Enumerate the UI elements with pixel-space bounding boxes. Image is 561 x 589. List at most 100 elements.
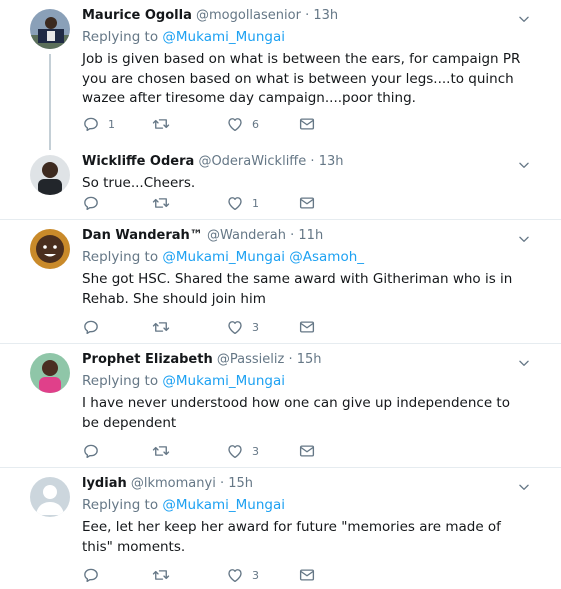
avatar[interactable] <box>30 229 70 269</box>
display-name[interactable]: Dan Wanderah™ <box>82 228 203 243</box>
reply-icon <box>82 442 100 460</box>
replying-to-label: Replying to <box>82 497 159 513</box>
retweet-button[interactable] <box>152 566 178 584</box>
retweet-button[interactable] <box>152 115 178 133</box>
tweet-reply[interactable]: Dan Wanderah™ @Wanderah · 11h Replying t… <box>0 220 561 344</box>
reply-icon <box>82 194 100 212</box>
reply-count: 1 <box>108 117 115 131</box>
avatar[interactable] <box>30 9 70 49</box>
mention-link[interactable]: @Mukami_Mungai <box>162 29 285 45</box>
retweet-icon <box>152 566 170 584</box>
thread-line <box>49 54 51 150</box>
tweet-reply[interactable]: Maurice Ogolla @mogollasenior · 13h Repl… <box>0 0 561 150</box>
replies-feed: Maurice Ogolla @mogollasenior · 13h Repl… <box>0 0 561 589</box>
retweet-button[interactable] <box>152 442 178 460</box>
replying-to-label: Replying to <box>82 249 159 265</box>
tweet-text: So true...Cheers. <box>82 175 196 191</box>
direct-message-button[interactable] <box>298 115 316 133</box>
reply-button[interactable] <box>82 318 108 336</box>
envelope-icon <box>298 442 316 460</box>
tweet-actions: 1 6 <box>82 115 342 133</box>
avatar[interactable] <box>30 477 70 517</box>
chevron-down-icon[interactable] <box>517 356 531 370</box>
timestamp[interactable]: 15h <box>297 352 322 367</box>
envelope-icon <box>298 194 316 212</box>
heart-icon <box>226 194 244 212</box>
retweet-icon <box>152 442 170 460</box>
tweet-actions: 1 <box>82 194 342 212</box>
chevron-down-icon[interactable] <box>517 12 531 26</box>
retweet-button[interactable] <box>152 318 178 336</box>
separator-dot: · <box>305 8 310 23</box>
replying-to: Replying to @Mukami_Mungai <box>82 372 521 391</box>
direct-message-button[interactable] <box>298 194 316 212</box>
user-handle[interactable]: @lkmomanyi <box>131 476 216 491</box>
timestamp[interactable]: 11h <box>298 228 323 243</box>
chevron-down-icon[interactable] <box>517 232 531 246</box>
tweet-actions: 3 <box>82 318 342 336</box>
retweet-icon <box>152 194 170 212</box>
timestamp[interactable]: 15h <box>228 476 253 491</box>
like-count: 3 <box>252 568 259 582</box>
direct-message-button[interactable] <box>298 318 316 336</box>
user-handle[interactable]: @mogollasenior <box>196 8 301 23</box>
heart-icon <box>226 566 244 584</box>
retweet-icon <box>152 115 170 133</box>
user-handle[interactable]: @Passieliz <box>217 352 284 367</box>
envelope-icon <box>298 318 316 336</box>
retweet-button[interactable] <box>152 194 178 212</box>
heart-icon <box>226 318 244 336</box>
tweet-actions: 3 <box>82 566 342 584</box>
tweet-text: I have never understood how one can give… <box>82 395 510 431</box>
user-handle[interactable]: @OderaWickliffe <box>198 154 306 169</box>
direct-message-button[interactable] <box>298 442 316 460</box>
replying-to: Replying to @Mukami_Mungai <box>82 28 521 47</box>
heart-icon <box>226 442 244 460</box>
tweet-text: Eee, let her keep her award for future "… <box>82 519 501 555</box>
separator-dot: · <box>290 228 295 243</box>
like-button[interactable]: 3 <box>226 566 259 584</box>
timestamp[interactable]: 13h <box>319 154 344 169</box>
reply-button[interactable] <box>82 566 108 584</box>
tweet-text: She got HSC. Shared the same award with … <box>82 271 513 307</box>
reply-icon <box>82 318 100 336</box>
timestamp[interactable]: 13h <box>313 8 338 23</box>
envelope-icon <box>298 566 316 584</box>
reply-icon <box>82 115 100 133</box>
like-count: 6 <box>252 117 259 131</box>
avatar[interactable] <box>30 353 70 393</box>
chevron-down-icon[interactable] <box>517 480 531 494</box>
tweet-text: Job is given based on what is between th… <box>82 51 521 106</box>
tweet-reply[interactable]: lydiah @lkmomanyi · 15h Replying to @Muk… <box>0 468 561 589</box>
user-handle[interactable]: @Wanderah <box>207 228 286 243</box>
like-button[interactable]: 3 <box>226 442 259 460</box>
direct-message-button[interactable] <box>298 566 316 584</box>
reply-icon <box>82 566 100 584</box>
reply-button[interactable] <box>82 442 108 460</box>
avatar[interactable] <box>30 155 70 195</box>
like-count: 3 <box>252 320 259 334</box>
display-name[interactable]: Wickliffe Odera <box>82 154 194 169</box>
chevron-down-icon[interactable] <box>517 158 531 172</box>
reply-button[interactable]: 1 <box>82 115 115 133</box>
display-name[interactable]: lydiah <box>82 476 127 491</box>
tweet-actions: 3 <box>82 442 342 460</box>
mention-link[interactable]: @Mukami_Mungai <box>162 497 285 513</box>
mention-link[interactable]: @Mukami_Mungai <box>162 373 285 389</box>
display-name[interactable]: Prophet Elizabeth <box>82 352 213 367</box>
like-count: 1 <box>252 196 259 210</box>
like-button[interactable]: 6 <box>226 115 259 133</box>
like-button[interactable]: 3 <box>226 318 259 336</box>
mention-link[interactable]: @Mukami_Mungai @Asamoh_ <box>162 249 364 265</box>
replying-to-label: Replying to <box>82 373 159 389</box>
replying-to: Replying to @Mukami_Mungai <box>82 496 521 515</box>
retweet-icon <box>152 318 170 336</box>
separator-dot: · <box>310 154 315 169</box>
reply-button[interactable] <box>82 194 108 212</box>
separator-dot: · <box>288 352 293 367</box>
tweet-reply[interactable]: Prophet Elizabeth @Passieliz · 15h Reply… <box>0 344 561 468</box>
like-button[interactable]: 1 <box>226 194 259 212</box>
display-name[interactable]: Maurice Ogolla <box>82 8 192 23</box>
tweet-reply[interactable]: Wickliffe Odera @OderaWickliffe · 13h So… <box>0 146 561 220</box>
like-count: 3 <box>252 444 259 458</box>
